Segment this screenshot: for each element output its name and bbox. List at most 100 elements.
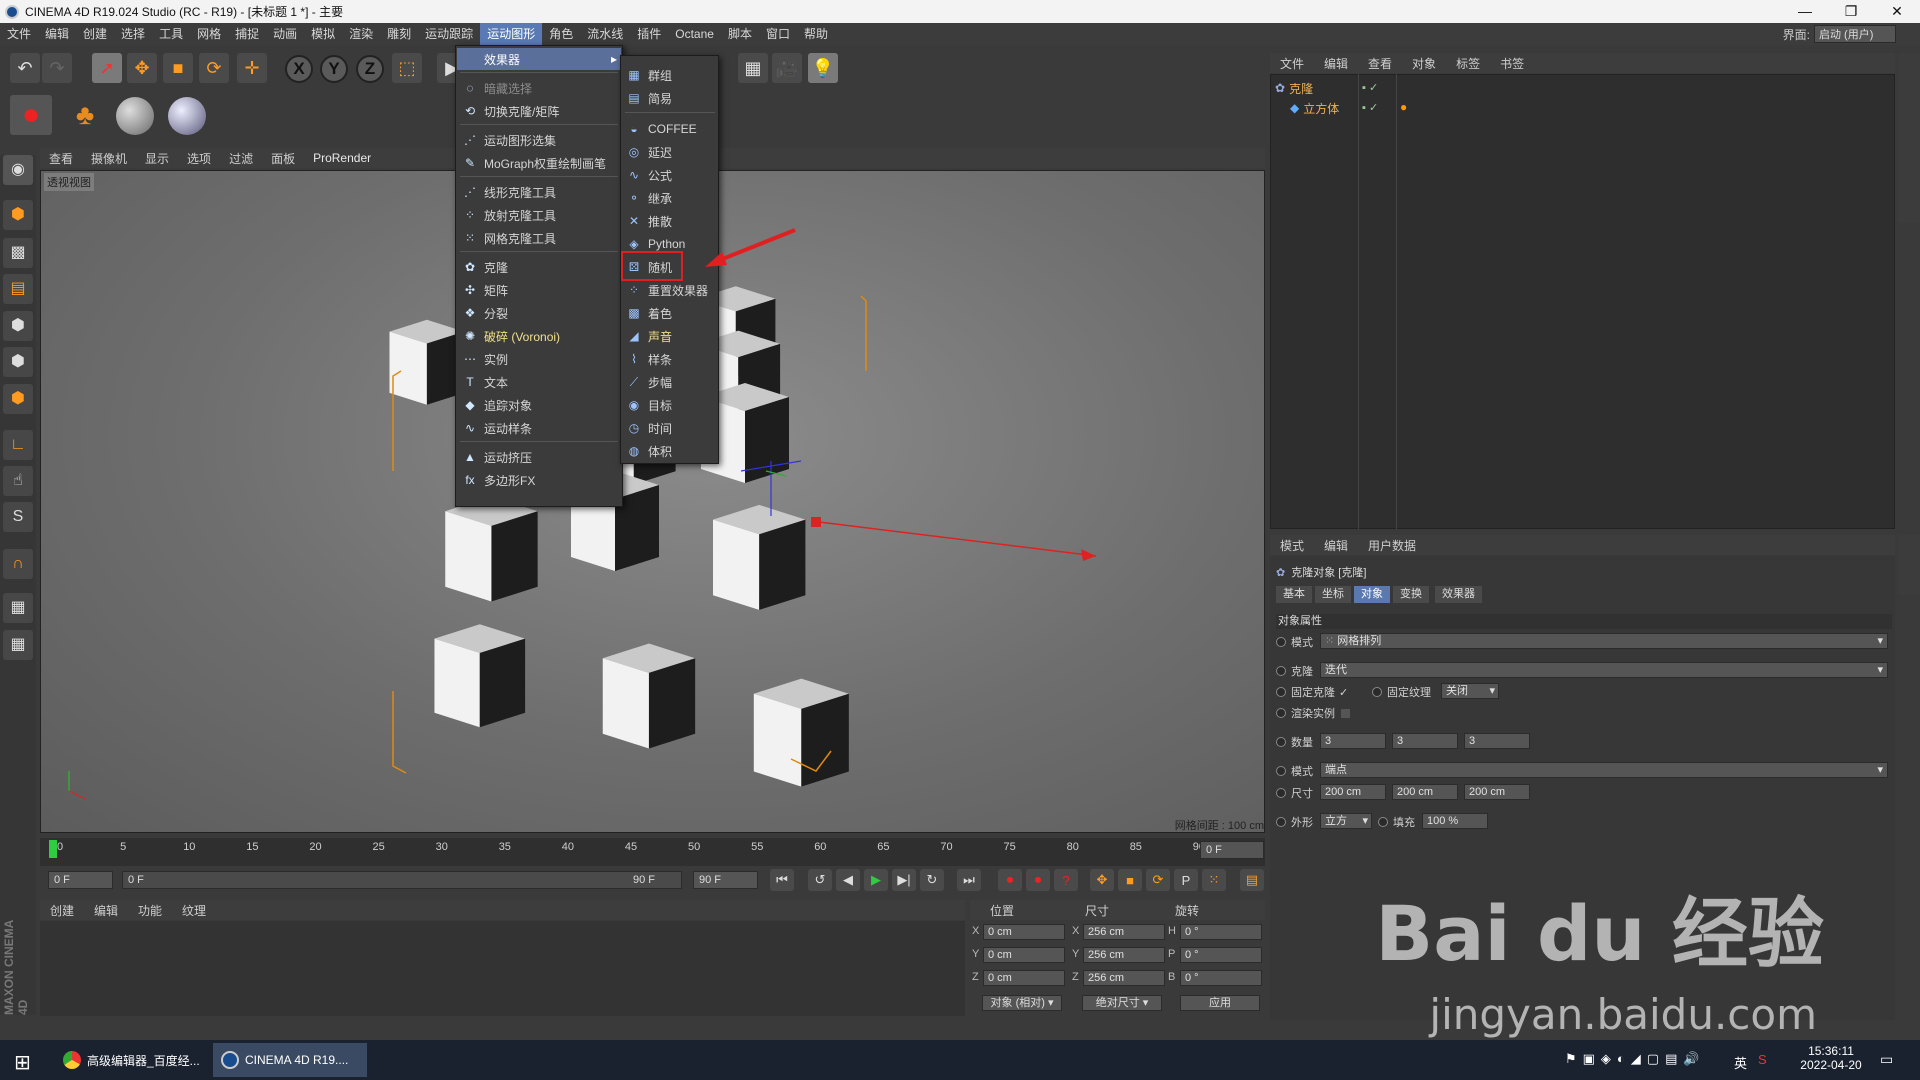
mograph-menu-item[interactable]: ◆ 追踪对象 [457, 394, 621, 416]
mograph-menu-item[interactable]: ∿ 运动样条 [457, 417, 621, 439]
end-frame-field[interactable]: 90 F [693, 871, 758, 889]
menu-item[interactable]: 流水线 [580, 23, 630, 45]
mograph-menu-item[interactable]: ⟲ 切换克隆/矩阵 [457, 100, 621, 122]
redo-icon[interactable]: ↷ [42, 53, 72, 83]
size-mode-select[interactable]: 绝对尺寸 ▾ [1082, 995, 1162, 1011]
mograph-menu-item[interactable]: ⁙ 网格克隆工具 [457, 227, 621, 249]
menu-item[interactable]: 雕刻 [380, 23, 418, 45]
z-axis-lock-icon[interactable]: Z [356, 55, 384, 83]
viewport-menu-item[interactable]: ProRender [304, 151, 380, 165]
mograph-menu-item[interactable]: ✣ 矩阵 [457, 279, 621, 301]
tree-icon[interactable]: ♣ [64, 95, 106, 135]
y-axis-lock-icon[interactable]: Y [320, 55, 348, 83]
current-frame-field[interactable]: 0 F [1200, 841, 1264, 859]
viewport-menu-item[interactable]: 摄像机 [82, 150, 136, 167]
size-field[interactable]: 256 cm [1083, 924, 1165, 940]
mograph-menu-item[interactable]: T 文本 [457, 371, 621, 393]
size-z-field[interactable]: 200 cm [1464, 784, 1530, 800]
system-tray-icons[interactable]: ⚑▣◈◐◢▢▤🔊 [1565, 1051, 1706, 1067]
sogou-icon[interactable]: S [1758, 1052, 1767, 1067]
maximize-button[interactable]: ❐ [1828, 0, 1874, 23]
attribute-tab[interactable]: 对象 [1354, 586, 1390, 603]
close-button[interactable]: ✕ [1874, 0, 1920, 23]
menu-item[interactable]: 渲染 [342, 23, 380, 45]
menu-item[interactable]: 脚本 [721, 23, 759, 45]
rotation-field[interactable]: 0 ° [1180, 970, 1262, 986]
mograph-menu-item[interactable]: ⋯ 实例 [457, 348, 621, 370]
glass-sphere-icon[interactable] [168, 97, 206, 135]
start-frame-field[interactable]: 0 F [48, 871, 113, 889]
viewport-menu-item[interactable]: 显示 [136, 150, 178, 167]
mograph-menu-item[interactable]: fx 多边形FX [457, 469, 621, 491]
material-menu-item[interactable]: 创建 [40, 902, 84, 919]
mode2-select[interactable]: 端点 ▾ [1320, 762, 1888, 778]
next-frame-icon[interactable]: ▶| [892, 869, 916, 891]
play-icon[interactable]: ▶ [864, 869, 888, 891]
tweak-mode-icon[interactable]: ☝ [3, 466, 33, 496]
tag-icon[interactable]: ● [1400, 100, 1407, 114]
workplane-align-icon[interactable]: ▦ [3, 630, 33, 660]
transform-tool-icon[interactable]: ✛ [237, 53, 267, 83]
menu-item[interactable]: 运动跟踪 [418, 23, 480, 45]
menu-item[interactable]: 创建 [76, 23, 114, 45]
menu-item[interactable]: 模拟 [304, 23, 342, 45]
key-scale-icon[interactable]: ■ [1118, 869, 1142, 891]
menu-item[interactable]: Octane [668, 23, 721, 45]
effector-menu-item[interactable]: ◉ 目标 [622, 394, 718, 416]
om-menu-item[interactable]: 书签 [1490, 55, 1534, 72]
count-y-field[interactable]: 3 [1392, 733, 1458, 749]
mograph-menu-item[interactable]: ❖ 分裂 [457, 302, 621, 324]
attribute-tab[interactable]: 坐标 [1315, 586, 1351, 603]
mode-select[interactable]: ⁙ 网格排列 ▾ [1320, 633, 1888, 649]
effector-menu-item[interactable]: ▦ 群组 [622, 64, 718, 86]
effector-menu-item[interactable]: ⌇ 样条 [622, 348, 718, 370]
scale-tool-icon[interactable]: ■ [163, 53, 193, 83]
effector-menu-item[interactable]: ⟋ 步幅 [622, 371, 718, 393]
effector-menu-item[interactable]: ◍ 体积 [622, 440, 718, 462]
menu-item[interactable]: 插件 [630, 23, 668, 45]
undo-icon[interactable]: ↶ [10, 53, 40, 83]
attribute-tab[interactable]: 变换 [1393, 586, 1429, 603]
polygons-mode-icon[interactable]: ⬢ [3, 384, 33, 414]
menu-item[interactable]: 角色 [542, 23, 580, 45]
timeline-window-icon[interactable]: ▤ [1240, 869, 1264, 891]
move-tool-icon[interactable]: ✥ [127, 53, 157, 83]
windows-start-icon[interactable]: ⊞ [14, 1050, 31, 1075]
next-key-icon[interactable]: ↻ [920, 869, 944, 891]
rotation-field[interactable]: 0 ° [1180, 947, 1262, 963]
object-mode-icon[interactable]: ◉ [3, 155, 33, 185]
light-icon[interactable]: 💡 [808, 53, 838, 83]
menu-item[interactable]: 窗口 [759, 23, 797, 45]
frame-range-slider[interactable]: 0 F 90 F [122, 871, 682, 889]
prev-key-icon[interactable]: ↺ [808, 869, 832, 891]
camera-icon[interactable]: 🎥 [772, 53, 802, 83]
fix-texture-select[interactable]: 关闭 ▾ [1441, 683, 1499, 699]
effector-menu-item[interactable]: ◢ 声音 [622, 325, 718, 347]
viewport-menu-item[interactable]: 过滤 [220, 150, 262, 167]
material-menu-item[interactable]: 编辑 [84, 902, 128, 919]
menu-item[interactable]: 捕捉 [228, 23, 266, 45]
rotate-tool-icon[interactable]: ⟳ [199, 53, 229, 83]
record-key-icon[interactable]: ⏺ [998, 869, 1022, 891]
workplane-icon[interactable]: ▤ [3, 274, 33, 304]
ime-indicator[interactable]: 英 [1734, 1053, 1747, 1072]
visibility-check-icon[interactable]: ▪ ✓ [1362, 81, 1378, 94]
count-z-field[interactable]: 3 [1464, 733, 1530, 749]
effector-menu-item[interactable]: ⚬ 继承 [622, 187, 718, 209]
visibility-check-icon[interactable]: ▪ ✓ [1362, 101, 1378, 114]
key-position-icon[interactable]: ✥ [1090, 869, 1114, 891]
viewport-menu-item[interactable]: 选项 [178, 150, 220, 167]
key-param-icon[interactable]: P [1174, 869, 1198, 891]
material-menu-item[interactable]: 功能 [128, 902, 172, 919]
timeline-ruler[interactable] [40, 838, 1265, 866]
taskbar-cinema4d[interactable]: CINEMA 4D R19.... [213, 1043, 367, 1077]
size-field[interactable]: 256 cm [1083, 947, 1165, 963]
mograph-menu-item[interactable]: ▲ 运动挤压 [457, 446, 621, 468]
sphere-material-icon[interactable] [116, 97, 154, 135]
menu-item[interactable]: 网格 [190, 23, 228, 45]
points-mode-icon[interactable]: ⬢ [3, 311, 33, 341]
clone-select[interactable]: 迭代 ▾ [1320, 662, 1888, 678]
minimize-button[interactable]: — [1782, 0, 1828, 23]
clock[interactable]: 15:36:11 2022-04-20 [1800, 1044, 1862, 1072]
menu-item[interactable]: 运动图形 [480, 23, 543, 45]
